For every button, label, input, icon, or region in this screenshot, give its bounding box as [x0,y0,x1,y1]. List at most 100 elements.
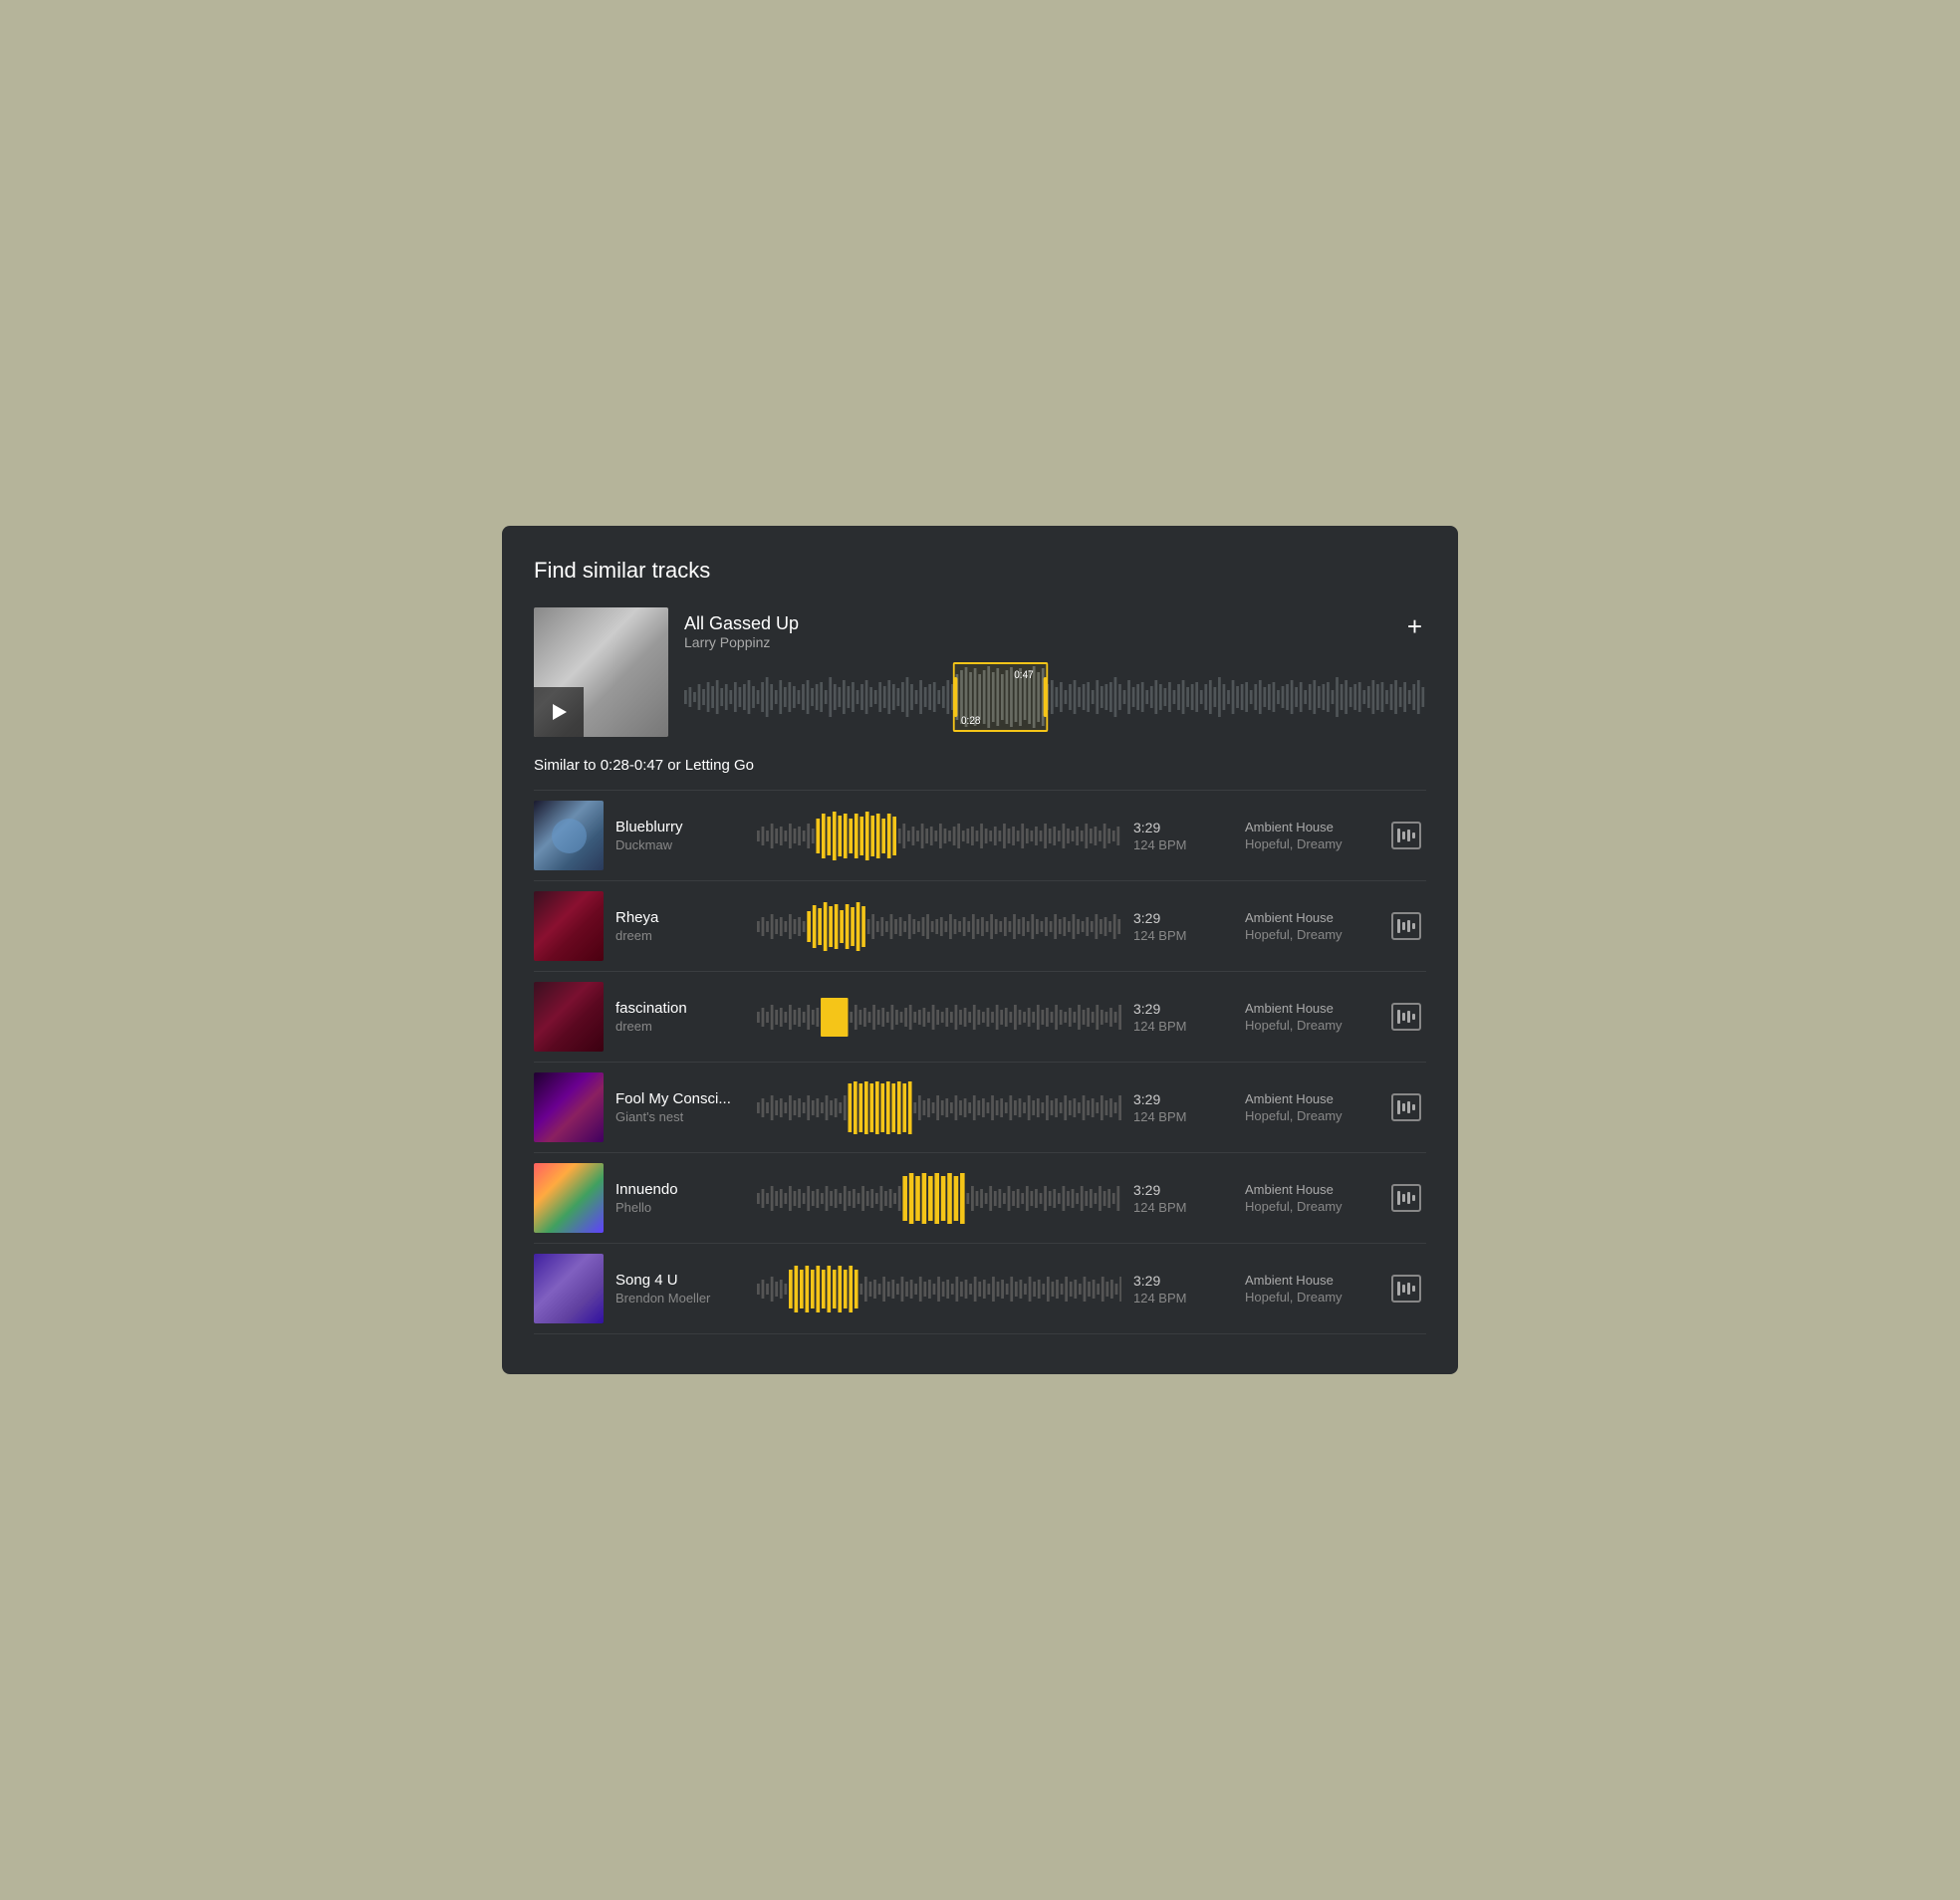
track-row: Song 4 U Brendon Moeller [534,1243,1426,1334]
track-action[interactable] [1386,1093,1426,1121]
waveform-action-icon[interactable] [1391,912,1421,940]
track-mood: Hopeful, Dreamy [1245,1199,1374,1214]
track-name-col: Song 4 U Brendon Moeller [615,1272,745,1306]
similar-keyword: Letting Go [685,757,754,774]
track-title: Fool My Consci... [615,1090,745,1107]
icon-bar [1407,1101,1410,1113]
track-title: Innuendo [615,1181,745,1198]
track-row: Rheya dreem [534,880,1426,971]
track-duration: 3:29 [1133,1273,1233,1289]
icon-bar [1412,1286,1415,1292]
icon-bar [1407,1192,1410,1204]
waveform-svg: 0:47 0:28 [684,662,1426,732]
track-mood: Hopeful, Dreamy [1245,836,1374,851]
waveform-action-icon[interactable] [1391,1184,1421,1212]
track-action[interactable] [1386,912,1426,940]
track-meta: 3:29 124 BPM [1133,1091,1233,1124]
track-bpm: 124 BPM [1133,1109,1233,1124]
mini-waveform-svg [757,990,1121,1045]
track-row: Fool My Consci... Giant's nest [534,1062,1426,1152]
icon-bar [1412,832,1415,838]
track-genre-col: Ambient House Hopeful, Dreamy [1245,910,1374,942]
track-row: Blueblurry Duckmaw [534,790,1426,880]
track-artist: dreem [615,928,745,943]
icon-bar [1397,919,1400,933]
track-meta: 3:29 124 BPM [1133,1001,1233,1034]
track-title: Rheya [615,909,745,926]
track-thumbnail [534,982,604,1052]
track-duration: 3:29 [1133,820,1233,835]
mini-waveform-svg [757,1080,1121,1135]
title-artist: All Gassed Up Larry Poppinz [684,613,799,660]
track-name-col: Fool My Consci... Giant's nest [615,1090,745,1124]
featured-waveform: 0:47 0:28 [684,662,1426,732]
track-bpm: 124 BPM [1133,1291,1233,1306]
track-name-col: fascination dreem [615,1000,745,1034]
icon-bar [1397,1010,1400,1024]
featured-artwork [534,607,668,737]
track-waveform [757,1171,1121,1226]
track-list: Blueblurry Duckmaw [534,790,1426,1334]
icon-bar [1402,1194,1405,1202]
track-meta: 3:29 124 BPM [1133,820,1233,852]
track-thumbnail [534,891,604,961]
thumbnail-image [534,891,604,961]
waveform-action-icon[interactable] [1391,1003,1421,1031]
track-duration: 3:29 [1133,1182,1233,1198]
icon-bar [1412,1195,1415,1201]
add-button[interactable]: + [1403,613,1426,639]
icon-bar [1402,1103,1405,1111]
track-title: Song 4 U [615,1272,745,1289]
track-action[interactable] [1386,1184,1426,1212]
thumbnail-image [534,1072,604,1142]
mini-waveform-svg [757,1171,1121,1226]
icon-bar [1407,1011,1410,1023]
icon-bar [1402,922,1405,930]
track-genre: Ambient House [1245,1001,1374,1016]
track-mood: Hopeful, Dreamy [1245,927,1374,942]
track-genre-col: Ambient House Hopeful, Dreamy [1245,820,1374,851]
track-action[interactable] [1386,1275,1426,1303]
track-mood: Hopeful, Dreamy [1245,1018,1374,1033]
track-artist: Phello [615,1200,745,1215]
track-genre: Ambient House [1245,1182,1374,1197]
track-bpm: 124 BPM [1133,1019,1233,1034]
track-meta: 3:29 124 BPM [1133,910,1233,943]
track-duration: 3:29 [1133,910,1233,926]
track-waveform [757,899,1121,954]
track-thumbnail [534,1254,604,1323]
track-bpm: 124 BPM [1133,837,1233,852]
thumbnail-image [534,801,604,870]
track-artist: Brendon Moeller [615,1291,745,1306]
track-thumbnail [534,1163,604,1233]
waveform-action-icon[interactable] [1391,1275,1421,1303]
icon-bar [1397,829,1400,842]
track-genre: Ambient House [1245,1273,1374,1288]
similar-label: Similar to 0:28-0:47 or Letting Go [534,757,1426,774]
track-genre-col: Ambient House Hopeful, Dreamy [1245,1182,1374,1214]
similar-prefix: Similar to [534,757,601,774]
page-title: Find similar tracks [534,558,1426,584]
icon-bar [1402,1013,1405,1021]
featured-title: All Gassed Up [684,613,799,634]
icon-bar [1412,1014,1415,1020]
track-name-col: Innuendo Phello [615,1181,745,1215]
track-action[interactable] [1386,1003,1426,1031]
track-mood: Hopeful, Dreamy [1245,1290,1374,1305]
icon-bar [1407,1283,1410,1295]
track-name-col: Rheya dreem [615,909,745,943]
similar-time: 0:28-0:47 [601,757,663,774]
track-meta: 3:29 124 BPM [1133,1182,1233,1215]
track-action[interactable] [1386,822,1426,849]
track-artist: dreem [615,1019,745,1034]
mini-waveform-svg [757,809,1121,863]
play-button[interactable] [534,687,584,737]
track-row: fascination dreem [534,971,1426,1062]
play-icon [553,704,567,720]
track-artist: Duckmaw [615,837,745,852]
waveform-action-icon[interactable] [1391,822,1421,849]
waveform-action-icon[interactable] [1391,1093,1421,1121]
track-artist: Giant's nest [615,1109,745,1124]
track-bpm: 124 BPM [1133,928,1233,943]
thumbnail-image [534,982,604,1052]
